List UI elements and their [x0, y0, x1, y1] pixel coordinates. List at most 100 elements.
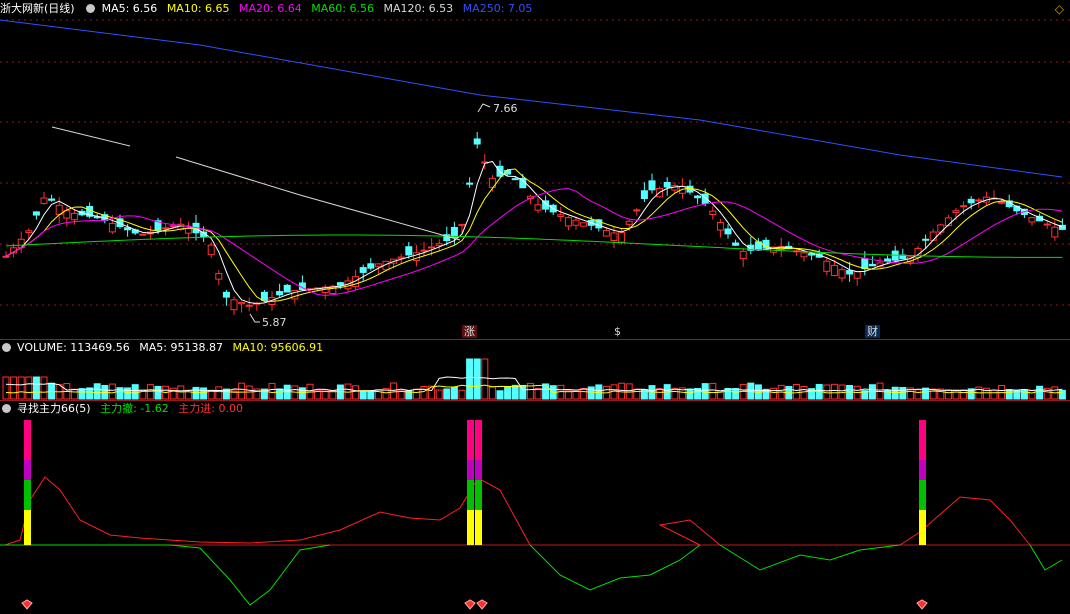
candle-body	[260, 291, 268, 301]
candle-body	[48, 198, 56, 201]
marker-cai[interactable]: 财	[865, 325, 880, 338]
volume-bar	[177, 385, 185, 400]
volume-bar	[70, 388, 78, 400]
marker-dollar[interactable]: $	[612, 325, 623, 338]
volume-bar	[420, 385, 428, 400]
candle-body	[40, 197, 48, 204]
candle-body	[625, 220, 633, 225]
candle-body	[184, 228, 192, 234]
volume-bar	[656, 388, 664, 400]
indicator-red-line	[4, 476, 531, 546]
volume-bar	[732, 387, 740, 400]
indicator-red-line	[658, 519, 721, 546]
candle-body	[207, 244, 215, 256]
candle-body	[633, 209, 641, 212]
volume-bar	[1036, 385, 1044, 400]
volume-bar	[466, 358, 474, 400]
volume-bar	[40, 376, 48, 400]
volume-bar	[952, 389, 960, 400]
volume-bar	[200, 387, 208, 400]
signal-column	[475, 480, 482, 510]
candle-body	[428, 246, 436, 249]
ma10-line	[5, 168, 1063, 302]
candle-body	[405, 246, 413, 256]
volume-bar	[17, 376, 25, 400]
volume-bar	[701, 383, 709, 400]
candle-body	[1051, 226, 1059, 238]
kline-chart[interactable]: 7.66 5.87	[0, 0, 1070, 614]
diamond-icon	[476, 599, 488, 610]
volume-bar	[108, 383, 116, 400]
candle-body	[663, 181, 671, 188]
volume-bar	[25, 376, 33, 400]
volume-bar	[245, 385, 253, 400]
candle-body	[230, 299, 238, 311]
volume-bar	[10, 376, 18, 400]
candle-body	[359, 267, 367, 273]
candle-body	[975, 199, 983, 202]
candle-body	[739, 250, 747, 260]
volume-bar	[1005, 389, 1013, 400]
candle-body	[922, 238, 930, 241]
volume-bar	[450, 386, 458, 400]
candle-body	[640, 190, 648, 200]
signal-column	[467, 420, 474, 460]
volume-bar	[131, 384, 139, 400]
signal-column	[24, 510, 31, 545]
candle-body	[557, 214, 565, 217]
indicator-green-line	[169, 544, 331, 606]
volume-bar	[899, 386, 907, 400]
volume-bar	[496, 390, 504, 400]
marker-zhang[interactable]: 涨	[462, 325, 477, 338]
volume-bar	[298, 387, 306, 400]
volume-bar	[154, 385, 162, 400]
candle-body	[511, 178, 519, 181]
candle-body	[868, 263, 876, 267]
signal-column	[475, 420, 482, 460]
volume-bar	[2, 376, 10, 400]
candle-body	[32, 211, 40, 216]
low-pointer	[249, 313, 260, 323]
candle-body	[998, 201, 1006, 204]
candle-body	[473, 138, 481, 145]
candle-body	[534, 204, 542, 211]
volume-bar	[458, 389, 466, 400]
candle-body	[25, 230, 33, 234]
volume-bar	[359, 390, 367, 400]
volume-bar	[124, 387, 132, 400]
indicator-green-line	[529, 544, 701, 591]
indicator-green-line	[1029, 544, 1063, 571]
volume-bar	[633, 388, 641, 400]
candle-body	[580, 222, 588, 227]
ma60-line	[5, 234, 1063, 258]
candle-body	[367, 263, 375, 269]
candle-body	[732, 242, 740, 246]
volume-bar	[800, 386, 808, 400]
candle-body	[169, 225, 177, 228]
volume-bar	[412, 388, 420, 400]
candle-body	[861, 258, 869, 270]
candle-body	[709, 210, 717, 215]
candle-body	[610, 232, 618, 241]
candle-body	[162, 227, 170, 230]
volume-bar	[1028, 389, 1036, 400]
volume-bar	[534, 388, 542, 400]
signal-column	[919, 420, 926, 460]
candle-body	[846, 270, 854, 275]
volume-bar	[686, 388, 694, 400]
volume-bar	[93, 383, 101, 400]
volume-bar	[830, 383, 838, 400]
volume-bar	[770, 387, 778, 400]
high-price-label: 7.66	[493, 102, 518, 115]
volume-bar	[435, 389, 443, 400]
volume-bar	[595, 384, 603, 400]
volume-bar	[238, 382, 246, 400]
signal-column	[467, 510, 474, 545]
high-pointer	[477, 103, 491, 113]
candle-body	[2, 255, 10, 258]
candle-body	[1028, 217, 1036, 223]
signal-column	[24, 460, 31, 480]
candle-body	[1043, 223, 1051, 226]
candle-body	[724, 228, 732, 235]
candle-body	[276, 291, 284, 296]
